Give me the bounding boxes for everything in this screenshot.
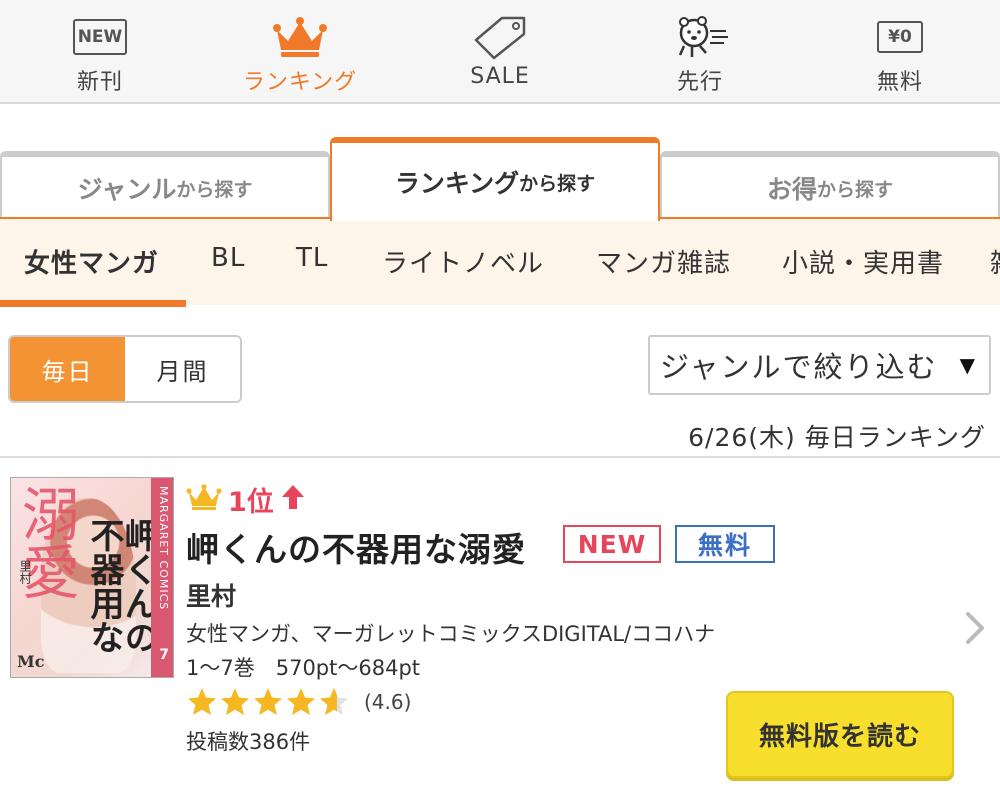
rank-indicator: 1位 — [186, 481, 306, 518]
genre-tab-more[interactable]: 雑 — [990, 243, 1000, 280]
rating-stars-icon — [188, 688, 348, 715]
running-character-icon — [670, 14, 730, 60]
book-genre-label: 女性マンガ、マーガレットコミックスDIGITAL/ココハナ — [186, 622, 716, 646]
tab-search-by-deals[interactable]: お得 から探す — [660, 151, 1000, 219]
genre-tab-bl[interactable]: BL — [211, 243, 245, 273]
rating-value: (4.6) — [364, 690, 412, 714]
tab-search-by-ranking[interactable]: ランキング から探す — [330, 137, 660, 221]
nav-free[interactable]: ¥0 無料 — [800, 0, 1000, 102]
book-author[interactable]: 里村 — [186, 577, 236, 613]
free-badge: 無料 — [675, 525, 775, 563]
post-count: 投稿数386件 — [186, 730, 311, 754]
book-cover[interactable]: 溺愛 里村 岬くんの不器用な MARGARET COMICS 7 Mc — [10, 477, 174, 678]
daily-button[interactable]: 毎日 — [10, 337, 125, 401]
cover-logo: Mc — [17, 652, 45, 671]
dropdown-caret-icon: ▼ — [959, 353, 977, 377]
new-badge: NEW — [563, 525, 661, 563]
price-tag-icon — [470, 14, 530, 60]
cover-volume: 7 — [159, 647, 169, 663]
nav-new-releases[interactable]: NEW 新刊 — [0, 0, 200, 102]
period-toggle: 毎日 月間 — [8, 335, 242, 403]
nav-early-access[interactable]: 先行 — [600, 0, 800, 102]
new-badge-icon: NEW — [70, 14, 130, 60]
divider — [0, 456, 1000, 458]
genre-tab-josei-manga[interactable]: 女性マンガ — [24, 243, 159, 280]
nav-label: ランキング — [242, 70, 358, 95]
genre-filter-select[interactable]: ジャンルで絞り込む ▼ — [648, 335, 991, 395]
monthly-button[interactable]: 月間 — [125, 337, 240, 401]
cover-vertical-title: 岬くんの不器用な — [84, 518, 158, 654]
ranking-date: 6/26(木) 毎日ランキング — [688, 423, 986, 452]
cover-author: 里村 — [18, 560, 32, 584]
genre-filter-label: ジャンルで絞り込む — [660, 350, 938, 384]
rank-number: 1位 — [228, 486, 274, 518]
top-navigation: NEW 新刊 ランキング SALE 先行 ¥0 無料 — [0, 0, 1000, 104]
cover-spine-label: MARGARET COMICS — [157, 486, 170, 611]
yen-zero-icon: ¥0 — [870, 14, 930, 60]
read-free-edition-button[interactable]: 無料版を読む — [726, 691, 954, 778]
nav-sale[interactable]: SALE — [400, 0, 600, 102]
genre-tab-manga-magazine[interactable]: マンガ雑誌 — [596, 243, 731, 280]
active-genre-underline — [0, 300, 186, 307]
search-method-tabs: ジャンル から探す ランキング から探す お得 から探す — [0, 137, 1000, 221]
nav-label: 無料 — [876, 70, 923, 95]
genre-tab-light-novel[interactable]: ライトノベル — [382, 243, 544, 280]
genre-tab-bar: 女性マンガ BL TL ライトノベル マンガ雑誌 小説・実用書 雑 — [0, 219, 1000, 305]
genre-tab-novel-practical[interactable]: 小説・実用書 — [782, 243, 944, 280]
star-rating: (4.6) — [186, 686, 411, 718]
rank-up-arrow-icon — [280, 483, 306, 515]
book-title[interactable]: 岬くんの不器用な溺愛 — [186, 523, 526, 571]
nav-ranking[interactable]: ランキング — [200, 0, 400, 102]
chevron-right-icon[interactable] — [962, 610, 988, 646]
rank-crown-icon — [186, 483, 222, 515]
book-volumes-price: 1〜7巻 570pt〜684pt — [186, 656, 421, 680]
nav-label: 先行 — [676, 70, 723, 95]
tab-search-by-genre[interactable]: ジャンル から探す — [0, 151, 330, 219]
crown-icon — [270, 14, 330, 60]
genre-tab-tl[interactable]: TL — [296, 243, 328, 273]
nav-label: SALE — [470, 64, 530, 89]
nav-label: 新刊 — [76, 70, 123, 95]
